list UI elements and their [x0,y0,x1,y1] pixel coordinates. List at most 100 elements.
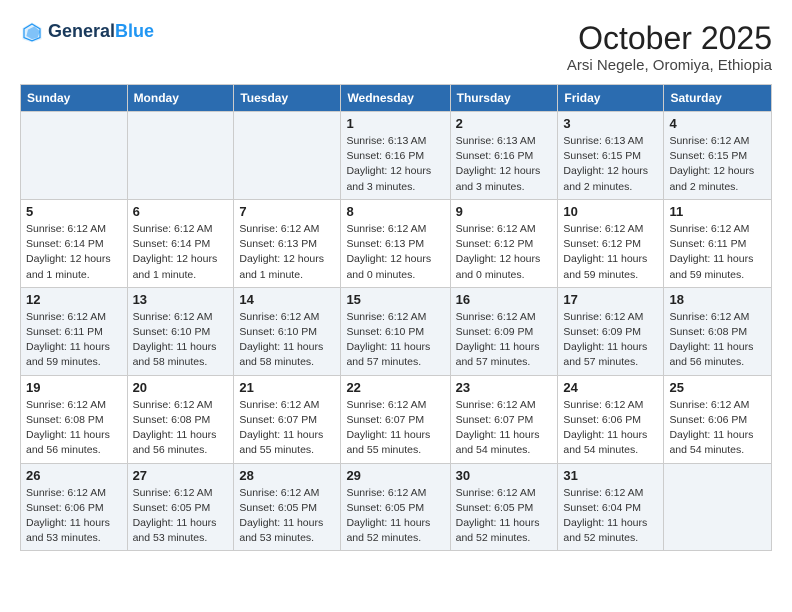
day-number: 31 [563,468,658,483]
title-block: October 2025 Arsi Negele, Oromiya, Ethio… [567,20,772,74]
day-number: 1 [346,116,444,131]
calendar-cell: 7 Sunrise: 6:12 AM Sunset: 6:13 PM Daylig… [234,199,341,287]
page-header: GeneralBlue October 2025 Arsi Negele, Or… [20,20,772,74]
calendar-cell: 3 Sunrise: 6:13 AM Sunset: 6:15 PM Daylig… [558,112,664,200]
calendar-cell: 29Sunrise: 6:12 AM Sunset: 6:05 PM Dayli… [341,463,450,551]
day-info: Sunrise: 6:12 AM Sunset: 6:06 PM Dayligh… [669,398,766,459]
column-header-monday: Monday [127,85,234,112]
calendar-cell: 10 Sunrise: 6:12 AM Sunset: 6:12 PM Dayli… [558,199,664,287]
day-info: Sunrise: 6:12 AM Sunset: 6:09 PM Dayligh… [456,310,553,371]
calendar-cell: 19Sunrise: 6:12 AM Sunset: 6:08 PM Dayli… [21,375,128,463]
day-info: Sunrise: 6:12 AM Sunset: 6:12 PM Dayligh… [456,222,553,283]
day-info: Sunrise: 6:12 AM Sunset: 6:12 PM Dayligh… [563,222,658,283]
calendar-cell: 15Sunrise: 6:12 AM Sunset: 6:10 PM Dayli… [341,287,450,375]
calendar-cell: 11 Sunrise: 6:12 AM Sunset: 6:11 PM Dayli… [664,199,772,287]
month-title: October 2025 [567,20,772,57]
day-number: 23 [456,380,553,395]
calendar-cell [21,112,128,200]
calendar-header-row: SundayMondayTuesdayWednesdayThursdayFrid… [21,85,772,112]
day-info: Sunrise: 6:12 AM Sunset: 6:14 PM Dayligh… [133,222,229,283]
day-number: 20 [133,380,229,395]
calendar-cell: 30 Sunrise: 6:12 AM Sunset: 6:05 PM Dayli… [450,463,558,551]
column-header-sunday: Sunday [21,85,128,112]
day-number: 16 [456,292,553,307]
calendar-week-3: 12Sunrise: 6:12 AM Sunset: 6:11 PM Dayli… [21,287,772,375]
column-header-tuesday: Tuesday [234,85,341,112]
day-info: Sunrise: 6:13 AM Sunset: 6:16 PM Dayligh… [456,134,553,195]
day-number: 24 [563,380,658,395]
day-info: Sunrise: 6:13 AM Sunset: 6:15 PM Dayligh… [563,134,658,195]
calendar-cell: 4 Sunrise: 6:12 AM Sunset: 6:15 PM Daylig… [664,112,772,200]
day-number: 30 [456,468,553,483]
calendar-cell: 8Sunrise: 6:12 AM Sunset: 6:13 PM Daylig… [341,199,450,287]
calendar-cell: 21 Sunrise: 6:12 AM Sunset: 6:07 PM Dayli… [234,375,341,463]
calendar-cell: 1 Sunrise: 6:13 AM Sunset: 6:16 PM Daylig… [341,112,450,200]
location-subtitle: Arsi Negele, Oromiya, Ethiopia [567,57,772,74]
day-number: 12 [26,292,122,307]
day-info: Sunrise: 6:12 AM Sunset: 6:10 PM Dayligh… [133,310,229,371]
day-number: 6 [133,204,229,219]
column-header-friday: Friday [558,85,664,112]
day-info: Sunrise: 6:13 AM Sunset: 6:16 PM Dayligh… [346,134,444,195]
day-number: 18 [669,292,766,307]
calendar-cell: 13Sunrise: 6:12 AM Sunset: 6:10 PM Dayli… [127,287,234,375]
calendar-cell: 31 Sunrise: 6:12 AM Sunset: 6:04 PM Dayli… [558,463,664,551]
day-info: Sunrise: 6:12 AM Sunset: 6:14 PM Dayligh… [26,222,122,283]
calendar-cell: 16 Sunrise: 6:12 AM Sunset: 6:09 PM Dayli… [450,287,558,375]
day-number: 15 [346,292,444,307]
calendar-cell: 20Sunrise: 6:12 AM Sunset: 6:08 PM Dayli… [127,375,234,463]
calendar-cell [664,463,772,551]
day-number: 14 [239,292,335,307]
day-info: Sunrise: 6:12 AM Sunset: 6:11 PM Dayligh… [669,222,766,283]
calendar-cell: 27Sunrise: 6:12 AM Sunset: 6:05 PM Dayli… [127,463,234,551]
day-info: Sunrise: 6:12 AM Sunset: 6:08 PM Dayligh… [669,310,766,371]
calendar-week-2: 5Sunrise: 6:12 AM Sunset: 6:14 PM Daylig… [21,199,772,287]
day-number: 3 [563,116,658,131]
calendar-cell: 22Sunrise: 6:12 AM Sunset: 6:07 PM Dayli… [341,375,450,463]
day-number: 10 [563,204,658,219]
day-number: 9 [456,204,553,219]
calendar-cell: 28Sunrise: 6:12 AM Sunset: 6:05 PM Dayli… [234,463,341,551]
day-info: Sunrise: 6:12 AM Sunset: 6:15 PM Dayligh… [669,134,766,195]
calendar-table: SundayMondayTuesdayWednesdayThursdayFrid… [20,84,772,551]
column-header-thursday: Thursday [450,85,558,112]
calendar-cell: 14 Sunrise: 6:12 AM Sunset: 6:10 PM Dayli… [234,287,341,375]
day-info: Sunrise: 6:12 AM Sunset: 6:13 PM Dayligh… [239,222,335,283]
logo-icon [20,20,44,44]
logo-text: GeneralBlue [48,22,154,42]
calendar-cell: 23 Sunrise: 6:12 AM Sunset: 6:07 PM Dayli… [450,375,558,463]
day-number: 7 [239,204,335,219]
calendar-cell [127,112,234,200]
day-info: Sunrise: 6:12 AM Sunset: 6:06 PM Dayligh… [563,398,658,459]
day-info: Sunrise: 6:12 AM Sunset: 6:05 PM Dayligh… [456,486,553,547]
day-info: Sunrise: 6:12 AM Sunset: 6:10 PM Dayligh… [239,310,335,371]
day-info: Sunrise: 6:12 AM Sunset: 6:07 PM Dayligh… [456,398,553,459]
day-info: Sunrise: 6:12 AM Sunset: 6:09 PM Dayligh… [563,310,658,371]
calendar-cell [234,112,341,200]
day-number: 11 [669,204,766,219]
day-number: 4 [669,116,766,131]
day-info: Sunrise: 6:12 AM Sunset: 6:04 PM Dayligh… [563,486,658,547]
day-number: 26 [26,468,122,483]
day-info: Sunrise: 6:12 AM Sunset: 6:06 PM Dayligh… [26,486,122,547]
column-header-saturday: Saturday [664,85,772,112]
day-info: Sunrise: 6:12 AM Sunset: 6:08 PM Dayligh… [26,398,122,459]
calendar-cell: 5Sunrise: 6:12 AM Sunset: 6:14 PM Daylig… [21,199,128,287]
day-number: 27 [133,468,229,483]
day-number: 17 [563,292,658,307]
day-number: 22 [346,380,444,395]
calendar-cell: 2 Sunrise: 6:13 AM Sunset: 6:16 PM Daylig… [450,112,558,200]
calendar-cell: 6 Sunrise: 6:12 AM Sunset: 6:14 PM Daylig… [127,199,234,287]
day-info: Sunrise: 6:12 AM Sunset: 6:13 PM Dayligh… [346,222,444,283]
day-number: 21 [239,380,335,395]
calendar-week-4: 19Sunrise: 6:12 AM Sunset: 6:08 PM Dayli… [21,375,772,463]
calendar-cell: 17 Sunrise: 6:12 AM Sunset: 6:09 PM Dayli… [558,287,664,375]
calendar-cell: 26 Sunrise: 6:12 AM Sunset: 6:06 PM Dayli… [21,463,128,551]
day-info: Sunrise: 6:12 AM Sunset: 6:05 PM Dayligh… [239,486,335,547]
day-number: 2 [456,116,553,131]
day-info: Sunrise: 6:12 AM Sunset: 6:07 PM Dayligh… [239,398,335,459]
day-number: 29 [346,468,444,483]
calendar-body: 1 Sunrise: 6:13 AM Sunset: 6:16 PM Daylig… [21,112,772,551]
day-number: 25 [669,380,766,395]
calendar-cell: 18 Sunrise: 6:12 AM Sunset: 6:08 PM Dayli… [664,287,772,375]
